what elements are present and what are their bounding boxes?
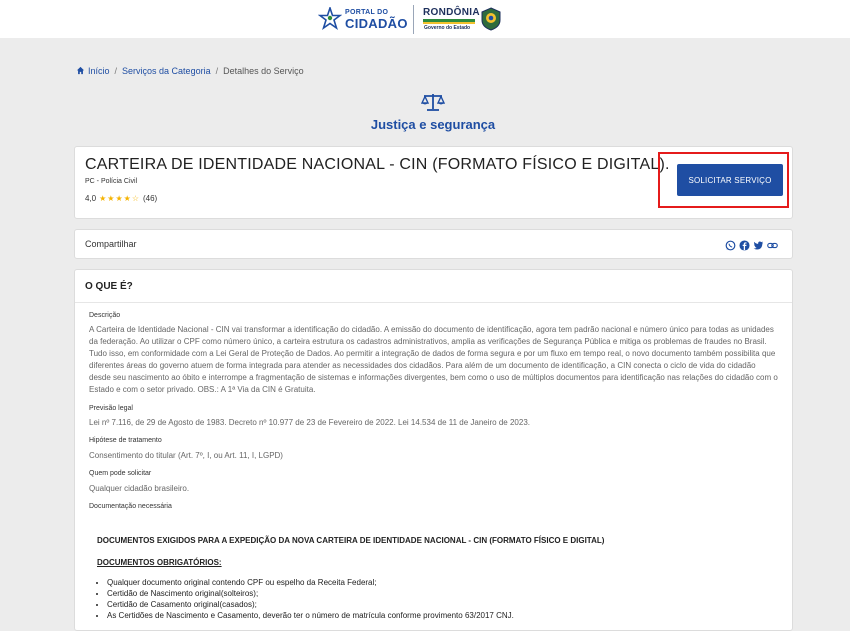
portal-logo-big: CIDADÃO [345, 16, 408, 31]
state-seal-icon [481, 7, 501, 31]
section-heading: O QUE É? [85, 281, 133, 292]
whatsapp-icon[interactable] [725, 238, 736, 251]
scales-icon [421, 94, 445, 111]
share-label: Compartilhar [85, 239, 137, 249]
flag-stripe-yellow [423, 22, 475, 24]
logo-divider [413, 5, 414, 34]
list-item: As Certidões de Nascimento e Casamento, … [107, 610, 514, 621]
rating-stars: ★★★★☆ [99, 194, 140, 203]
share-card: Compartilhar [74, 229, 793, 259]
share-icons [725, 238, 778, 251]
service-rating: 4,0 ★★★★☆ (46) [85, 194, 157, 203]
breadcrumb-category[interactable]: Serviços da Categoria [122, 66, 211, 76]
list-item: Certidão de Casamento original(casados); [107, 599, 514, 610]
documents-list: Qualquer documento original contendo CPF… [97, 577, 514, 621]
link-icon[interactable] [767, 238, 778, 249]
legal-label: Previsão legal [89, 405, 133, 412]
who-can-request-text: Qualquer cidadão brasileiro. [89, 484, 190, 493]
service-organization: PC - Polícia Civil [85, 178, 138, 185]
category-title: Justiça e segurança [370, 117, 496, 132]
home-icon[interactable] [76, 66, 85, 75]
breadcrumb-separator: / [215, 66, 219, 76]
portal-star-icon [318, 7, 342, 30]
section-header: O QUE É? [75, 270, 792, 303]
service-title: CARTEIRA DE IDENTIDADE NACIONAL - CIN (F… [85, 156, 670, 173]
facebook-icon[interactable] [739, 238, 750, 251]
portal-logo-small: PORTAL DO [345, 9, 389, 16]
breadcrumb-current: Detalhes do Serviço [223, 66, 304, 76]
description-label: Descrição [89, 312, 121, 319]
rondonia-logo: RONDÔNIA Governo do Estado [423, 7, 480, 31]
documents-subtitle: DOCUMENTOS OBRIGATÓRIOS: [97, 558, 222, 567]
documents-title: DOCUMENTOS EXIGIDOS PARA A EXPEDIÇÃO DA … [97, 536, 605, 545]
list-item: Qualquer documento original contendo CPF… [107, 577, 514, 588]
hypothesis-label: Hipótese de tratamento [89, 437, 162, 444]
breadcrumb: Início / Serviços da Categoria / Detalhes do… [76, 66, 304, 76]
list-item: Certidão de Nascimento original(solteiro… [107, 588, 514, 599]
hypothesis-text: Consentimento do titular (Art. 7º, I, ou… [89, 451, 283, 460]
who-can-request-label: Quem pode solicitar [89, 470, 152, 477]
state-name: RONDÔNIA [423, 7, 480, 18]
top-header: PORTAL DO CIDADÃO RONDÔNIA Governo do Es… [0, 0, 850, 38]
star-empty-icon: ☆ [131, 194, 140, 203]
star-filled-icon: ★ [115, 194, 124, 203]
state-subtitle: Governo do Estado [424, 25, 471, 31]
solicitar-servico-button[interactable]: SOLICITAR SERVIÇO [677, 164, 783, 196]
rating-count: (46) [142, 194, 158, 203]
star-filled-icon: ★ [123, 194, 132, 203]
breadcrumb-home[interactable]: Início [88, 66, 110, 76]
twitter-icon[interactable] [753, 238, 764, 250]
rating-value: 4,0 [85, 194, 97, 203]
service-details-card: O QUE É? Descrição A Carteira de Identid… [74, 269, 793, 631]
breadcrumb-separator: / [114, 66, 118, 76]
legal-text: Lei nº 7.116, de 29 de Agosto de 1983. D… [89, 418, 530, 427]
documentation-label: Documentação necessária [89, 503, 172, 510]
description-text: A Carteira de Identidade Nacional - CIN … [89, 325, 778, 394]
